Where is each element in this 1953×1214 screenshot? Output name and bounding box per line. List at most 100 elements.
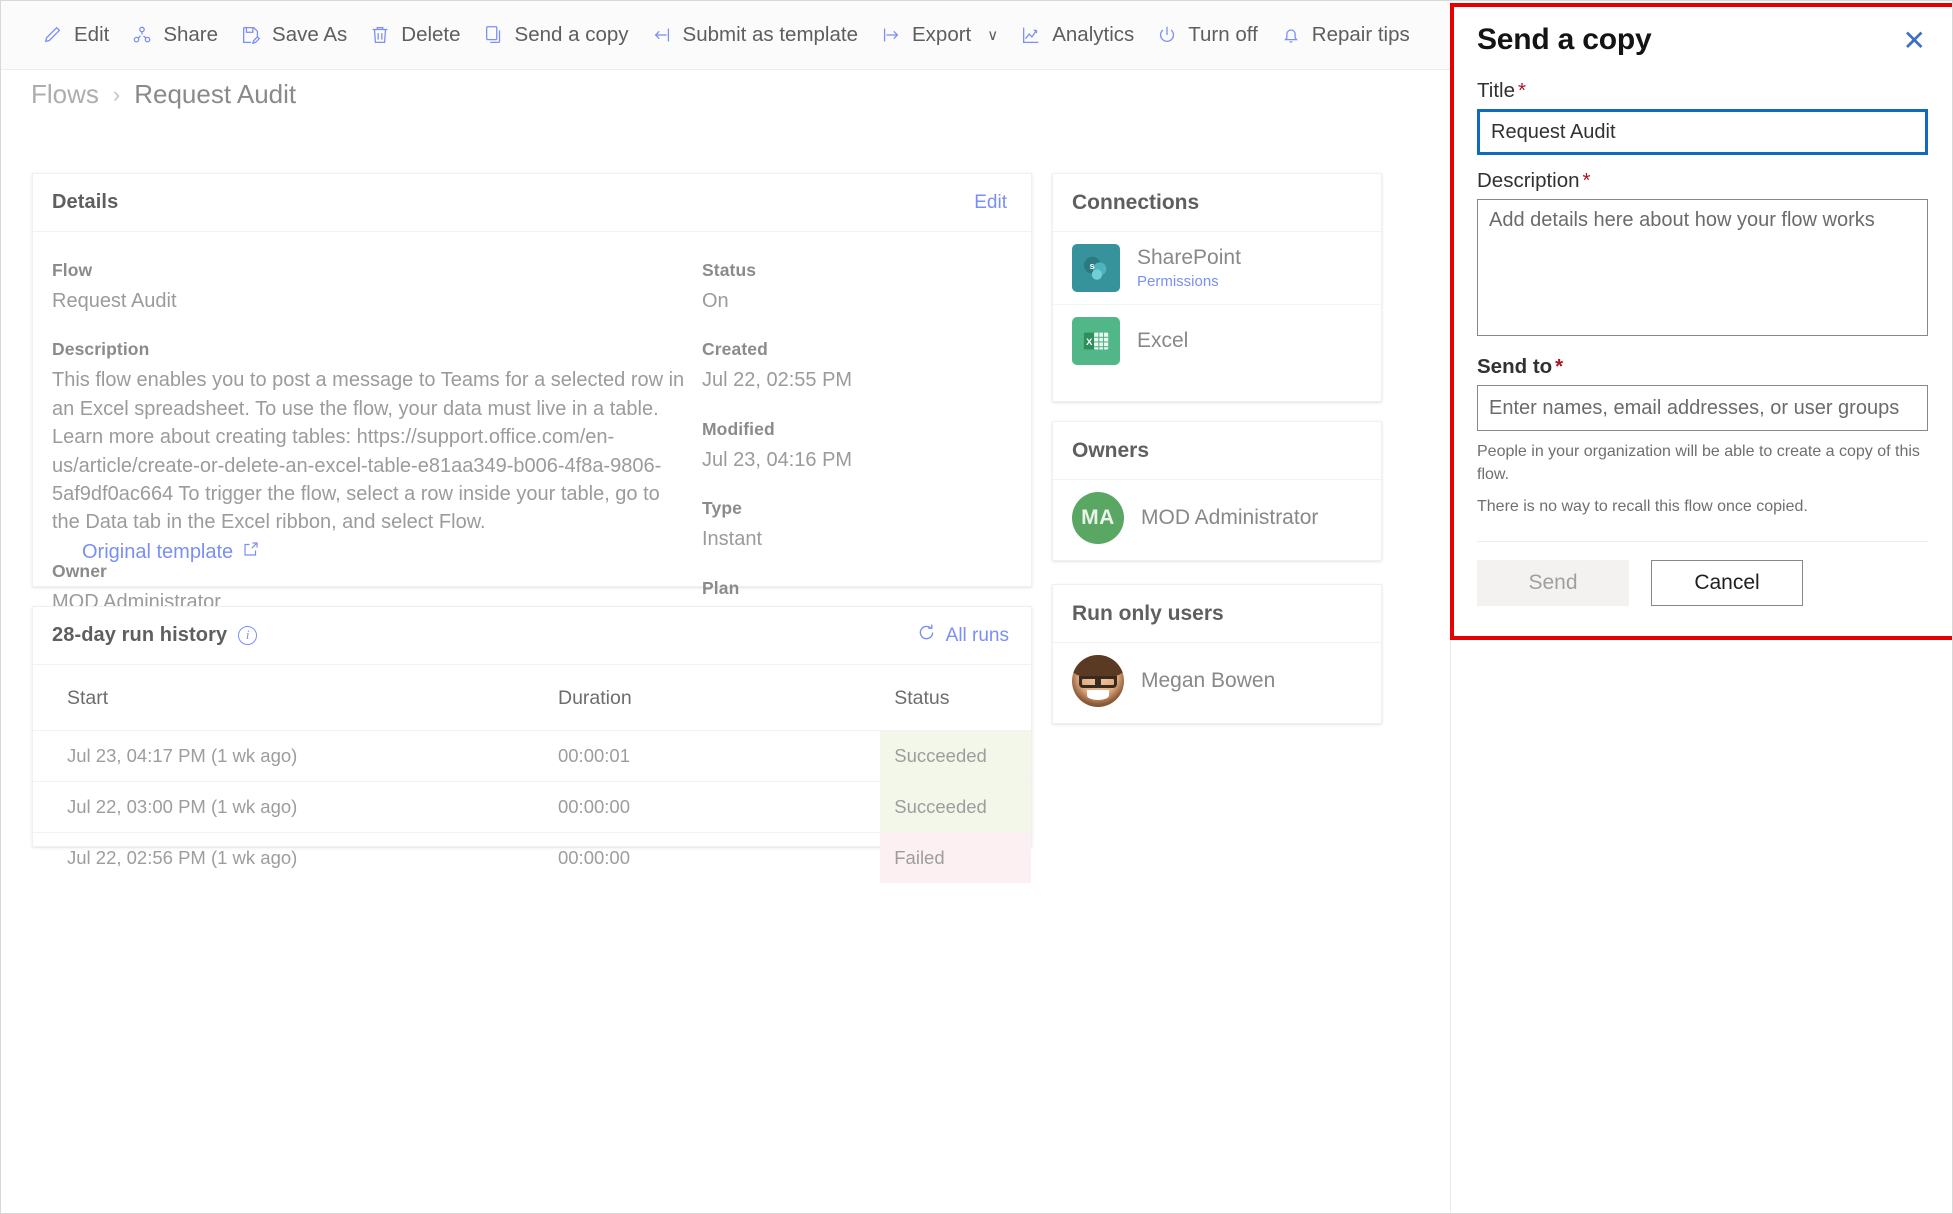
column-header-start[interactable]: Start [33, 665, 558, 731]
toolbar-button-submit-as-template[interactable]: Submit as template [640, 13, 869, 58]
connections-header: Connections [1053, 174, 1381, 232]
run-history-header: 28-day run history i All runs [33, 607, 1031, 665]
field-value: Instant [702, 528, 763, 551]
connection-item-excel[interactable]: X Excel [1053, 305, 1381, 377]
svg-text:s: s [1089, 261, 1094, 271]
excel-icon: X [1072, 317, 1120, 365]
field-modified: Modified Jul 23, 04:16 PM [702, 419, 1002, 474]
dialog-divider [1477, 540, 1928, 542]
close-icon[interactable]: ✕ [1901, 23, 1928, 59]
column-header-duration[interactable]: Duration [558, 665, 880, 731]
toolbar-button-save-as[interactable]: Save As [229, 13, 358, 58]
chevron-down-icon: ∨ [987, 27, 999, 44]
description-field-label: Description * [1477, 169, 1928, 193]
breadcrumb: Flows › Request Audit [31, 79, 296, 110]
trash-icon [369, 24, 391, 46]
toolbar-button-edit[interactable]: Edit [31, 13, 120, 58]
field-type: Type Instant [702, 498, 1002, 553]
toolbar-label: Share [163, 23, 219, 46]
description-textarea[interactable] [1477, 199, 1928, 336]
status-badge: Succeeded [880, 730, 1031, 782]
toolbar-label: Delete [401, 23, 461, 46]
field-created: Created Jul 22, 02:55 PM [702, 339, 1002, 394]
chevron-right-icon: › [112, 81, 121, 107]
original-template-link[interactable]: Original template [82, 540, 260, 564]
table-row[interactable]: Jul 23, 04:17 PM (1 wk ago) 00:00:01 Suc… [33, 730, 1031, 782]
field-value: Jul 22, 02:55 PM [702, 369, 853, 392]
field-description: Description This flow enables you to pos… [52, 339, 702, 536]
toolbar-button-delete[interactable]: Delete [358, 13, 471, 58]
field-status: Status On [702, 260, 1002, 315]
toolbar-button-analytics[interactable]: Analytics [1009, 13, 1145, 58]
connections-title: Connections [1072, 190, 1200, 214]
avatar [1072, 655, 1124, 707]
dialog-note-line-1: People in your organization will be able… [1477, 443, 1920, 484]
connection-name: SharePoint [1137, 246, 1241, 269]
cell-start: Jul 23, 04:17 PM (1 wk ago) [33, 730, 558, 782]
cell-start: Jul 22, 02:56 PM (1 wk ago) [33, 832, 558, 883]
run-history-table: Start Duration Status Jul 23, 04:17 PM (… [33, 665, 1031, 883]
send-button[interactable]: Send [1477, 559, 1629, 606]
connection-name: Excel [1137, 329, 1189, 352]
details-card-header: Details Edit [33, 174, 1031, 232]
details-edit-link[interactable]: Edit [974, 192, 1007, 214]
cell-duration: 00:00:00 [557, 832, 881, 883]
toolbar-button-send-a-copy[interactable]: Send a copy [472, 13, 640, 58]
owner-item[interactable]: MA MOD Administrator [1053, 480, 1381, 556]
send-to-label-text: Send to [1477, 355, 1553, 378]
toolbar-label: Repair tips [1311, 23, 1410, 46]
run-only-users-header: Run only users [1053, 585, 1381, 643]
field-value: Jul 23, 04:16 PM [702, 448, 853, 471]
toolbar-button-share[interactable]: Share [120, 13, 229, 58]
power-icon [1156, 24, 1178, 46]
breadcrumb-link-flows[interactable]: Flows [31, 79, 99, 110]
app-window: Edit Share Save As Delete Send a copy Su… [0, 0, 1953, 1214]
title-field-label: Title * [1477, 79, 1928, 103]
details-right-column: Status On Created Jul 22, 02:55 PM Modif… [702, 260, 1002, 657]
toolbar-button-turn-off[interactable]: Turn off [1145, 13, 1269, 58]
all-runs-label: All runs [945, 624, 1009, 646]
send-to-field-label: Send to * [1477, 355, 1928, 379]
field-label: Type [702, 498, 742, 519]
status-badge: Failed [880, 832, 1031, 883]
toolbar-label: Edit [74, 23, 110, 46]
toolbar-button-repair-tips[interactable]: Repair tips [1269, 13, 1421, 58]
title-input[interactable] [1477, 109, 1928, 155]
field-label: Flow [52, 260, 93, 280]
field-value: Request Audit [52, 290, 177, 312]
cancel-button[interactable]: Cancel [1651, 559, 1803, 606]
export-icon [880, 24, 902, 46]
table-row[interactable]: Jul 22, 02:56 PM (1 wk ago) 00:00:00 Fai… [33, 832, 1031, 883]
svg-text:X: X [1086, 337, 1093, 347]
required-asterisk: * [1582, 169, 1591, 192]
info-icon[interactable]: i [238, 626, 258, 645]
connection-item-sharepoint[interactable]: s SharePoint Permissions [1053, 232, 1381, 305]
details-body: Flow Request Audit Description This flow… [33, 232, 1031, 657]
save-as-icon [240, 24, 262, 46]
connection-permissions-link[interactable]: Permissions [1137, 273, 1241, 290]
field-label: Modified [702, 418, 775, 439]
pencil-icon [42, 24, 64, 46]
all-runs-link[interactable]: All runs [916, 622, 1009, 649]
page-title: Request Audit [134, 79, 297, 109]
connection-text-block: SharePoint Permissions [1137, 246, 1241, 290]
field-label: Status [702, 260, 757, 280]
table-row[interactable]: Jul 22, 03:00 PM (1 wk ago) 00:00:00 Suc… [33, 781, 1031, 833]
required-asterisk: * [1517, 79, 1526, 102]
owners-title: Owners [1072, 438, 1150, 462]
original-template-label: Original template [82, 540, 234, 563]
toolbar-label: Submit as template [682, 23, 858, 46]
run-history-card: 28-day run history i All runs Start Dura… [32, 606, 1032, 883]
toolbar-label: Send a copy [514, 23, 629, 46]
toolbar-label: Analytics [1052, 23, 1135, 46]
submit-template-icon [651, 24, 673, 46]
send-to-input[interactable] [1477, 385, 1928, 431]
column-header-status[interactable]: Status [880, 665, 1031, 731]
toolbar-button-export[interactable]: Export ∨ [869, 13, 1009, 58]
field-label: Created [702, 339, 768, 360]
external-link-icon [242, 540, 260, 564]
cell-duration: 00:00:01 [557, 730, 881, 782]
run-only-user-item[interactable]: Megan Bowen [1053, 643, 1381, 719]
share-icon [131, 24, 153, 46]
owner-name: MOD Administrator [1141, 506, 1319, 529]
